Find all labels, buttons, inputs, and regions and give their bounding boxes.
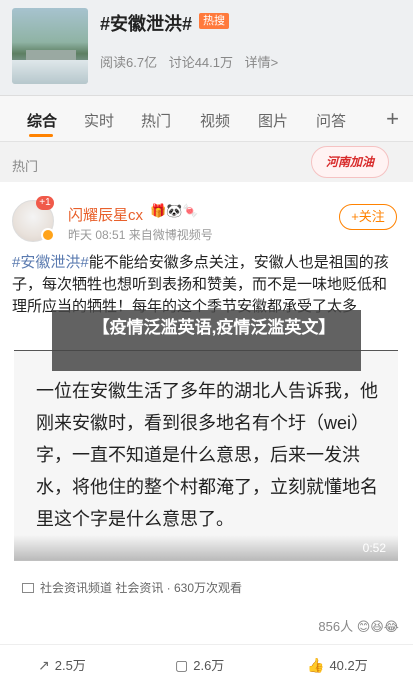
- share-button[interactable]: ↗ 2.5万: [38, 655, 86, 674]
- post-hashtag[interactable]: #安徽泄洪#: [12, 254, 89, 271]
- follow-button[interactable]: +关注: [339, 204, 397, 230]
- video-control-bar: [14, 535, 398, 561]
- post-meta: 昨天 08:51 来自微博视频号: [68, 228, 213, 242]
- video-channel-icon: [22, 583, 34, 593]
- discussion-count: 讨论44.1万: [168, 55, 234, 70]
- username-emojis: 🎁🐼🍬: [150, 203, 199, 218]
- tab-images[interactable]: 图片: [258, 110, 288, 131]
- details-link[interactable]: 详情>: [245, 55, 279, 70]
- comment-icon: ▢: [175, 657, 189, 673]
- share-count: 2.5万: [54, 658, 86, 673]
- video-duration: 0:52: [362, 541, 386, 555]
- topic-stats: 阅读6.7亿 讨论44.1万 详情>: [100, 52, 286, 71]
- video-source[interactable]: 社会资讯频道 社会资讯 · 630万次观看: [22, 579, 242, 596]
- tab-realtime[interactable]: 实时: [84, 110, 114, 131]
- post-text: #安徽泄洪#能不能给安徽多点关注，安徽人也是祖国的孩子，每次牺牲也想听到表扬和赞…: [12, 252, 400, 318]
- add-tab-icon[interactable]: +: [386, 106, 399, 132]
- comment-count: 2.6万: [193, 658, 225, 673]
- verified-icon: [41, 228, 55, 242]
- post-actions: ↗ 2.5万 ▢ 2.6万 👍 40.2万: [0, 644, 413, 681]
- section-header: 热门 河南加油: [0, 142, 413, 182]
- topic-title: #安徽泄洪#: [100, 14, 193, 34]
- post-card: +1 闪耀辰星cx 🎁🐼🍬 昨天 08:51 来自微博视频号 +关注 #安徽泄洪…: [0, 182, 413, 681]
- topic-thumbnail[interactable]: [12, 8, 88, 84]
- video-player[interactable]: 一位在安徽生活了多年的湖北人告诉我，他刚来安徽时，看到很多地名有个圩（wei）字…: [14, 350, 398, 561]
- video-source-text: 社会资讯频道 社会资讯 · 630万次观看: [40, 581, 243, 595]
- tab-qa[interactable]: 问答: [316, 110, 346, 131]
- share-icon: ↗: [38, 657, 50, 673]
- read-count: 阅读6.7亿: [100, 55, 158, 70]
- avatar-badge: +1: [36, 196, 54, 210]
- reaction-emojis: 😊😆😂: [356, 619, 399, 634]
- active-tab-indicator: [29, 134, 53, 137]
- tab-video[interactable]: 视频: [200, 110, 230, 131]
- comment-button[interactable]: ▢ 2.6万: [175, 655, 224, 674]
- username[interactable]: 闪耀辰星cx: [68, 204, 143, 225]
- henan-cheer-logo[interactable]: 河南加油: [311, 146, 389, 178]
- like-count: 40.2万: [329, 658, 368, 673]
- topic-header: #安徽泄洪# 热搜 阅读6.7亿 讨论44.1万 详情>: [0, 0, 413, 96]
- hot-badge: 热搜: [199, 13, 229, 29]
- tab-hot[interactable]: 热门: [141, 110, 171, 131]
- section-label: 热门: [12, 159, 39, 174]
- like-button[interactable]: 👍 40.2万: [307, 655, 368, 674]
- filter-tabs: 综合 实时 热门 视频 图片 问答: [0, 96, 413, 142]
- tab-comprehensive[interactable]: 综合: [27, 110, 57, 131]
- overlay-text: 【疫情泛滥英语,疫情泛滥英文】: [92, 318, 336, 337]
- video-caption-text: 一位在安徽生活了多年的湖北人告诉我，他刚来安徽时，看到很多地名有个圩（wei）字…: [36, 381, 378, 529]
- reactions-summary[interactable]: 856人 😊😆😂: [318, 616, 399, 635]
- thumbs-up-icon: 👍: [307, 657, 325, 673]
- reaction-count: 856人: [318, 619, 354, 634]
